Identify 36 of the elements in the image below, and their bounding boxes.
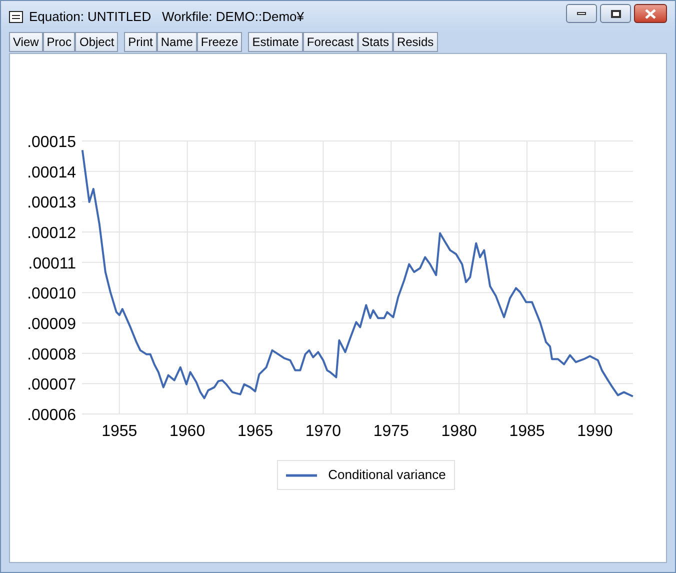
close-button[interactable] [634, 4, 667, 23]
window-title: Equation: UNTITLED Workfile: DEMO::Demo¥ [29, 8, 304, 26]
y-tick-label: .00012 [27, 225, 76, 242]
y-tick-label: .00007 [27, 376, 76, 394]
x-tick-label: 1965 [237, 423, 274, 440]
x-tick-label: 1955 [102, 423, 138, 440]
window-menu-icon[interactable] [9, 10, 23, 22]
y-tick-label: .00008 [27, 346, 76, 364]
x-tick-label: 1990 [577, 423, 613, 440]
toolbar-button[interactable]: Estimate [248, 32, 303, 52]
toolbar-button[interactable]: Name [156, 32, 197, 52]
y-tick-label: .00009 [27, 316, 76, 333]
toolbar-button[interactable]: View [9, 32, 43, 52]
legend-line-icon [286, 474, 318, 476]
y-tick-label: .00010 [27, 286, 76, 303]
x-tick-label: 1980 [441, 423, 477, 440]
maximize-button[interactable] [600, 4, 631, 23]
toolbar-button[interactable]: Resids [392, 32, 438, 52]
toolbar-button[interactable]: Forecast [302, 32, 358, 52]
y-tick-label: .00013 [27, 194, 76, 212]
toolbar-button[interactable]: Proc [42, 32, 76, 52]
x-tick-label: 1960 [170, 423, 206, 440]
y-tick-label: .00006 [27, 407, 76, 424]
toolbar-button[interactable]: Stats [358, 32, 393, 52]
y-tick-label: .00011 [28, 255, 76, 272]
x-tick-label: 1985 [509, 423, 545, 440]
x-tick-label: 1970 [305, 423, 341, 440]
minimize-button[interactable] [566, 4, 597, 23]
y-tick-label: .00015 [27, 134, 76, 151]
legend-label: Conditional variance [328, 466, 446, 484]
close-icon [645, 8, 656, 18]
y-tick-label: .00014 [27, 164, 76, 182]
x-tick-label: 1975 [373, 423, 409, 440]
toolbar-button[interactable]: Freeze [196, 32, 242, 52]
toolbar-button[interactable]: Print [124, 32, 157, 52]
toolbar-button[interactable]: Object [75, 32, 118, 52]
